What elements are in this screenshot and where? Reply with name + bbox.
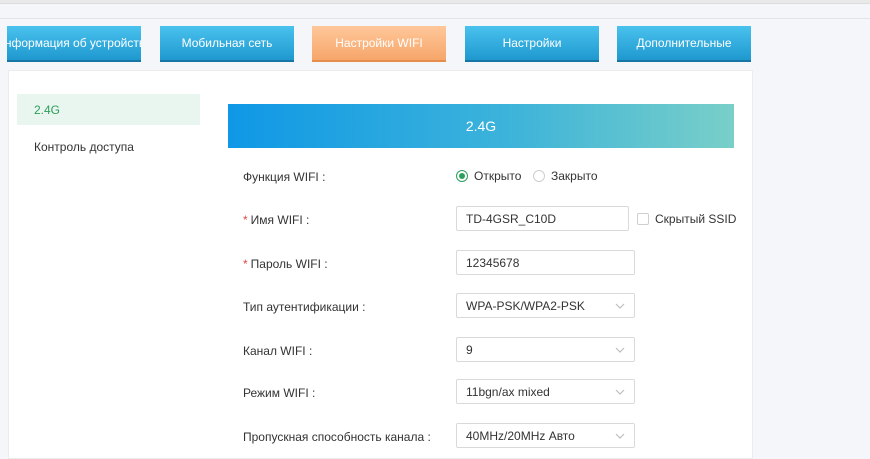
required-mark: * [243, 257, 248, 271]
wifi-function-label: Функция WIFI : [243, 170, 326, 184]
hidden-ssid-checkbox[interactable]: Скрытый SSID [637, 212, 736, 226]
wifi-closed-radio[interactable]: Закрыто [533, 169, 598, 183]
sidebar-item-access-control[interactable]: Контроль доступа [17, 131, 200, 162]
tab-mobile-network[interactable]: Мобильная сеть [160, 26, 294, 62]
chevron-down-icon [615, 345, 625, 355]
section-banner: 2.4G [228, 104, 734, 148]
wifi-password-label: * Пароль WIFI : [243, 257, 328, 271]
chevron-down-icon [615, 301, 625, 311]
radio-checked-icon [456, 170, 468, 182]
wifi-mode-label: Режим WIFI : [243, 386, 316, 400]
sidebar-item-label: Контроль доступа [34, 139, 134, 154]
window-top-bar [0, 0, 870, 4]
sidebar-item-2-4g[interactable]: 2.4G [17, 94, 200, 125]
bandwidth-label: Пропускная способность канала : [243, 430, 431, 444]
wifi-channel-value: 9 [466, 342, 473, 357]
section-title: 2.4G [465, 118, 497, 134]
header-divider [0, 18, 870, 19]
bandwidth-select[interactable]: 40MHz/20MHz Авто [456, 423, 635, 448]
wifi-mode-select[interactable]: 11bgn/ax mixed [456, 379, 635, 404]
sidebar-item-label: 2.4G [34, 102, 61, 117]
wifi-password-value: 12345678 [466, 255, 520, 270]
tab-settings[interactable]: Настройки [465, 26, 599, 62]
auth-type-value: WPA-PSK/WPA2-PSK [466, 298, 585, 313]
tab-advanced[interactable]: Дополнительные [617, 26, 751, 62]
wifi-channel-select[interactable]: 9 [456, 337, 635, 362]
auth-type-label: Тип аутентификации : [243, 300, 366, 314]
chevron-down-icon [615, 431, 625, 441]
wifi-open-radio[interactable]: Открыто [456, 169, 521, 183]
radio-label: Открыто [474, 169, 522, 183]
wifi-name-label: * Имя WIFI : [243, 213, 309, 227]
wifi-mode-value: 11bgn/ax mixed [466, 384, 550, 399]
wifi-password-input[interactable]: 12345678 [456, 250, 635, 275]
wifi-name-label-text: Имя WIFI : [250, 213, 310, 227]
radio-label: Закрыто [551, 169, 598, 183]
auth-type-select[interactable]: WPA-PSK/WPA2-PSK [456, 293, 635, 318]
radio-unchecked-icon [533, 170, 545, 182]
hidden-ssid-label: Скрытый SSID [655, 212, 737, 226]
wifi-name-input[interactable]: TD-4GSR_C10D [456, 206, 629, 231]
wifi-password-label-text: Пароль WIFI : [250, 257, 328, 271]
checkbox-unchecked-icon [637, 213, 649, 225]
tab-wifi-settings[interactable]: Настройки WIFI [312, 26, 446, 62]
wifi-name-value: TD-4GSR_C10D [466, 211, 557, 226]
chevron-down-icon [615, 387, 625, 397]
wifi-channel-label: Канал WIFI : [243, 344, 313, 358]
required-mark: * [243, 213, 248, 227]
tab-device-info[interactable]: Информация об устройстве [7, 26, 141, 62]
bandwidth-value: 40MHz/20MHz Авто [466, 428, 575, 443]
